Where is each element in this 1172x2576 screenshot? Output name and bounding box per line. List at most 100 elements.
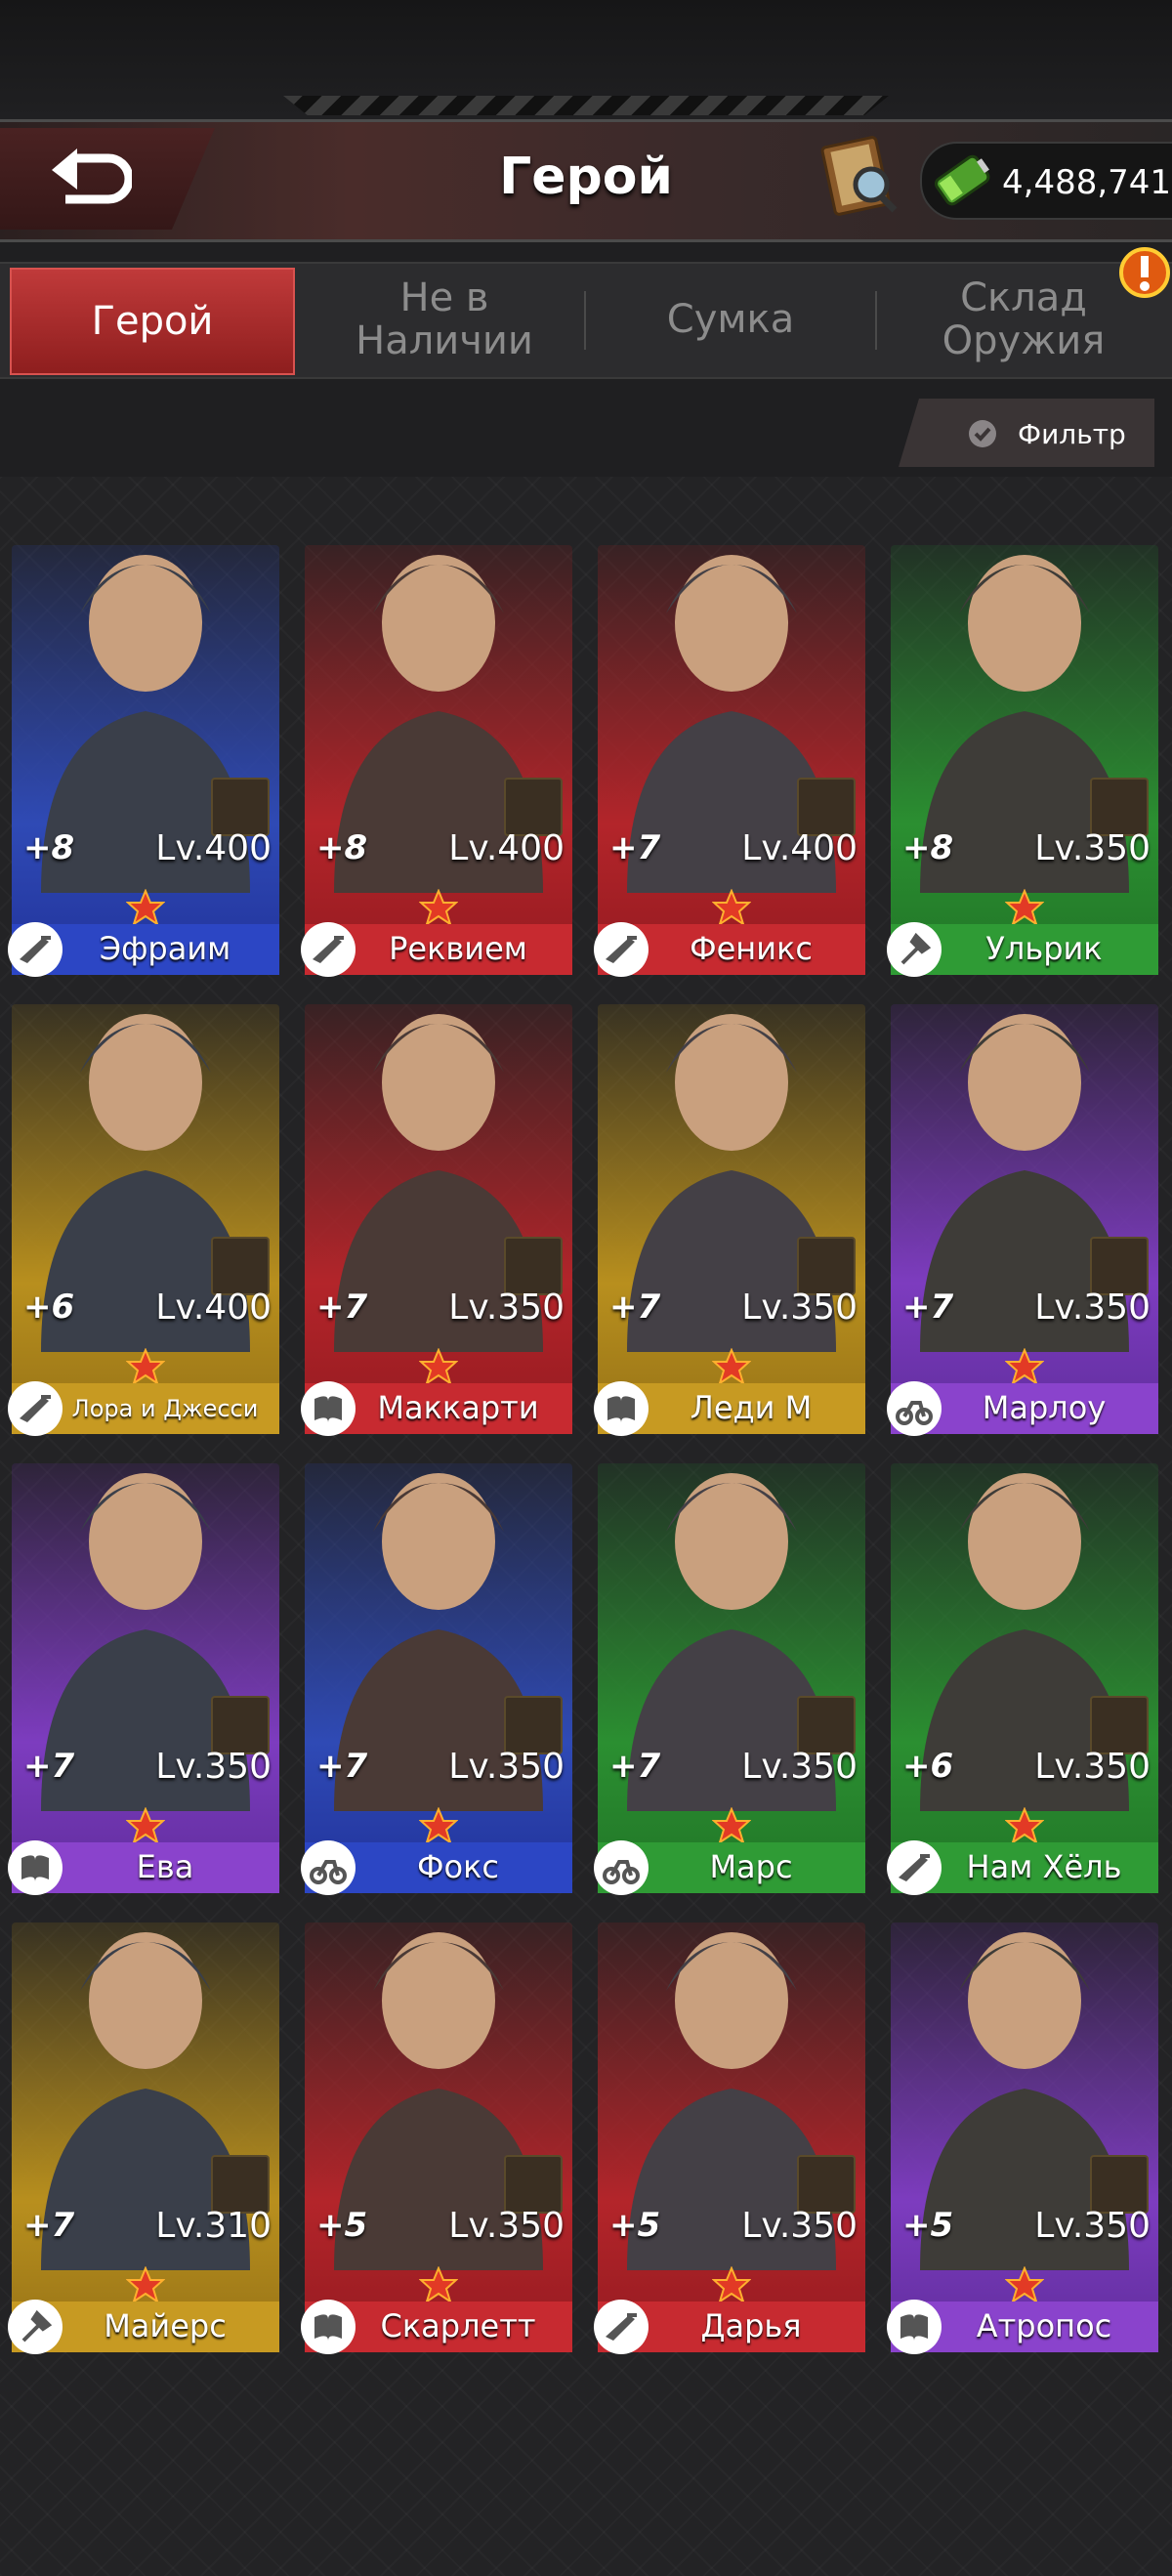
hero-card[interactable]: +8 Lv.350 Ульрик: [887, 506, 1158, 977]
hero-name: Скарлетт: [380, 2307, 536, 2344]
hero-plus: +8: [902, 828, 954, 867]
star-icon: [126, 1348, 165, 1385]
hero-plus: +7: [609, 828, 661, 867]
weapon-icon: [797, 1696, 856, 1754]
weapon-icon: [1090, 1237, 1149, 1295]
filter-button[interactable]: Фильтр: [899, 399, 1154, 467]
hero-card[interactable]: +7 Lv.350 Марс: [594, 1424, 865, 1895]
tab-unavailable[interactable]: Не в Наличии: [313, 268, 576, 371]
hero-plus: +7: [316, 1288, 368, 1327]
star-icon: [712, 889, 751, 926]
hero-level: Lv.400: [448, 828, 565, 868]
hero-plus: +6: [902, 1747, 954, 1786]
hero-plus: +5: [316, 2206, 368, 2245]
hero-name: Леди М: [690, 1389, 813, 1426]
tab-hero[interactable]: Герой: [10, 268, 295, 375]
star-icon: [1005, 1348, 1044, 1385]
star-icon: [419, 1348, 458, 1385]
hero-plus: +7: [609, 1288, 661, 1327]
hero-name-bar: Атропос: [887, 2300, 1158, 2354]
hero-name: Маккарти: [377, 1389, 539, 1426]
hero-card[interactable]: +7 Lv.350 Марлоу: [887, 965, 1158, 1436]
hero-card[interactable]: +7 Lv.350 Леди М: [594, 965, 865, 1436]
hero-card[interactable]: +6 Lv.350 Нам Хёль: [887, 1424, 1158, 1895]
currency-amount: 4,488,741: [1002, 163, 1172, 202]
star-icon: [712, 2266, 751, 2303]
weapon-icon: [504, 2155, 563, 2214]
hero-plus: +7: [316, 1747, 368, 1786]
hero-name: Эфраим: [99, 930, 231, 967]
hero-level: Lv.350: [155, 1747, 272, 1787]
hero-name: Ева: [136, 1848, 194, 1885]
tab-armory-label: Склад Оружия: [942, 275, 1106, 363]
hero-name-bar: Дарья: [594, 2300, 865, 2354]
weapon-icon: [211, 1696, 270, 1754]
book-magnifier-icon[interactable]: [818, 134, 902, 218]
star-icon: [419, 2266, 458, 2303]
alert-icon: [1119, 247, 1170, 298]
weapon-icon: [211, 2155, 270, 2214]
weapon-icon: [504, 1237, 563, 1295]
hero-plus: +5: [609, 2206, 661, 2245]
hero-level: Lv.350: [1034, 2206, 1151, 2246]
weapon-icon: [797, 2155, 856, 2214]
hero-card[interactable]: +7 Lv.400 Феникс: [594, 506, 865, 977]
weapon-icon: [1090, 2155, 1149, 2214]
hero-card[interactable]: +7 Lv.350 Фокс: [301, 1424, 572, 1895]
hero-level: Lv.350: [1034, 1747, 1151, 1787]
tab-divider: [584, 291, 586, 350]
hero-card[interactable]: +7 Lv.310 Майерс: [8, 1883, 279, 2354]
star-icon: [1005, 889, 1044, 926]
tab-unavailable-label: Не в Наличии: [356, 275, 533, 363]
hero-name: Фокс: [416, 1848, 500, 1885]
hero-card[interactable]: +8 Lv.400 Эфраим: [8, 506, 279, 977]
hero-plus: +7: [23, 2206, 75, 2245]
hero-card[interactable]: +5 Lv.350 Атропос: [887, 1883, 1158, 2354]
hero-card[interactable]: +7 Lv.350 Ева: [8, 1424, 279, 1895]
hero-name-bar: Скарлетт: [301, 2300, 572, 2354]
header-bar: Герой 4,488,741: [0, 119, 1172, 242]
hero-card[interactable]: +5 Lv.350 Дарья: [594, 1883, 865, 2354]
checkmark-icon: [969, 420, 996, 447]
weapon-icon: [504, 1696, 563, 1754]
hero-level: Lv.350: [1034, 828, 1151, 868]
hero-level: Lv.400: [155, 1288, 272, 1328]
hero-level: Lv.350: [741, 2206, 858, 2246]
hero-level: Lv.400: [741, 828, 858, 868]
filter-label: Фильтр: [1018, 418, 1126, 450]
hero-card[interactable]: +7 Lv.350 Маккарти: [301, 965, 572, 1436]
hero-plus: +7: [902, 1288, 954, 1327]
hero-card[interactable]: +8 Lv.400 Реквием: [301, 506, 572, 977]
star-icon: [126, 1807, 165, 1844]
tab-divider: [875, 291, 877, 350]
hero-name: Нам Хёль: [966, 1848, 1122, 1885]
star-icon: [1005, 1807, 1044, 1844]
hero-level: Lv.350: [448, 1747, 565, 1787]
weapon-icon: [797, 778, 856, 836]
hero-plus: +7: [609, 1747, 661, 1786]
weapon-icon: [211, 1237, 270, 1295]
hero-grid: +8 Lv.400 Эфраим +8 Lv.400 Реквием +7 Lv.400 Фен…: [0, 477, 1172, 2576]
hero-card[interactable]: +5 Lv.350 Скарлетт: [301, 1883, 572, 2354]
hero-plus: +8: [316, 828, 368, 867]
hero-card[interactable]: +6 Lv.400 Лора и Джесси: [8, 965, 279, 1436]
star-icon: [712, 1348, 751, 1385]
back-button[interactable]: [0, 128, 215, 230]
hero-level: Lv.350: [741, 1747, 858, 1787]
hero-level: Lv.350: [448, 2206, 565, 2246]
hero-name: Марс: [709, 1848, 793, 1885]
hero-plus: +5: [902, 2206, 954, 2245]
weapon-icon: [1090, 778, 1149, 836]
weapon-icon: [504, 778, 563, 836]
top-frame: [0, 0, 1172, 119]
star-icon: [126, 889, 165, 926]
weapon-icon: [211, 778, 270, 836]
hero-level: Lv.350: [448, 1288, 565, 1328]
tab-bag[interactable]: Сумка: [596, 268, 865, 371]
hero-level: Lv.400: [155, 828, 272, 868]
star-icon: [712, 1807, 751, 1844]
hero-plus: +7: [23, 1747, 75, 1786]
hero-plus: +8: [23, 828, 75, 867]
tab-armory[interactable]: Склад Оружия: [889, 268, 1158, 371]
star-icon: [419, 1807, 458, 1844]
